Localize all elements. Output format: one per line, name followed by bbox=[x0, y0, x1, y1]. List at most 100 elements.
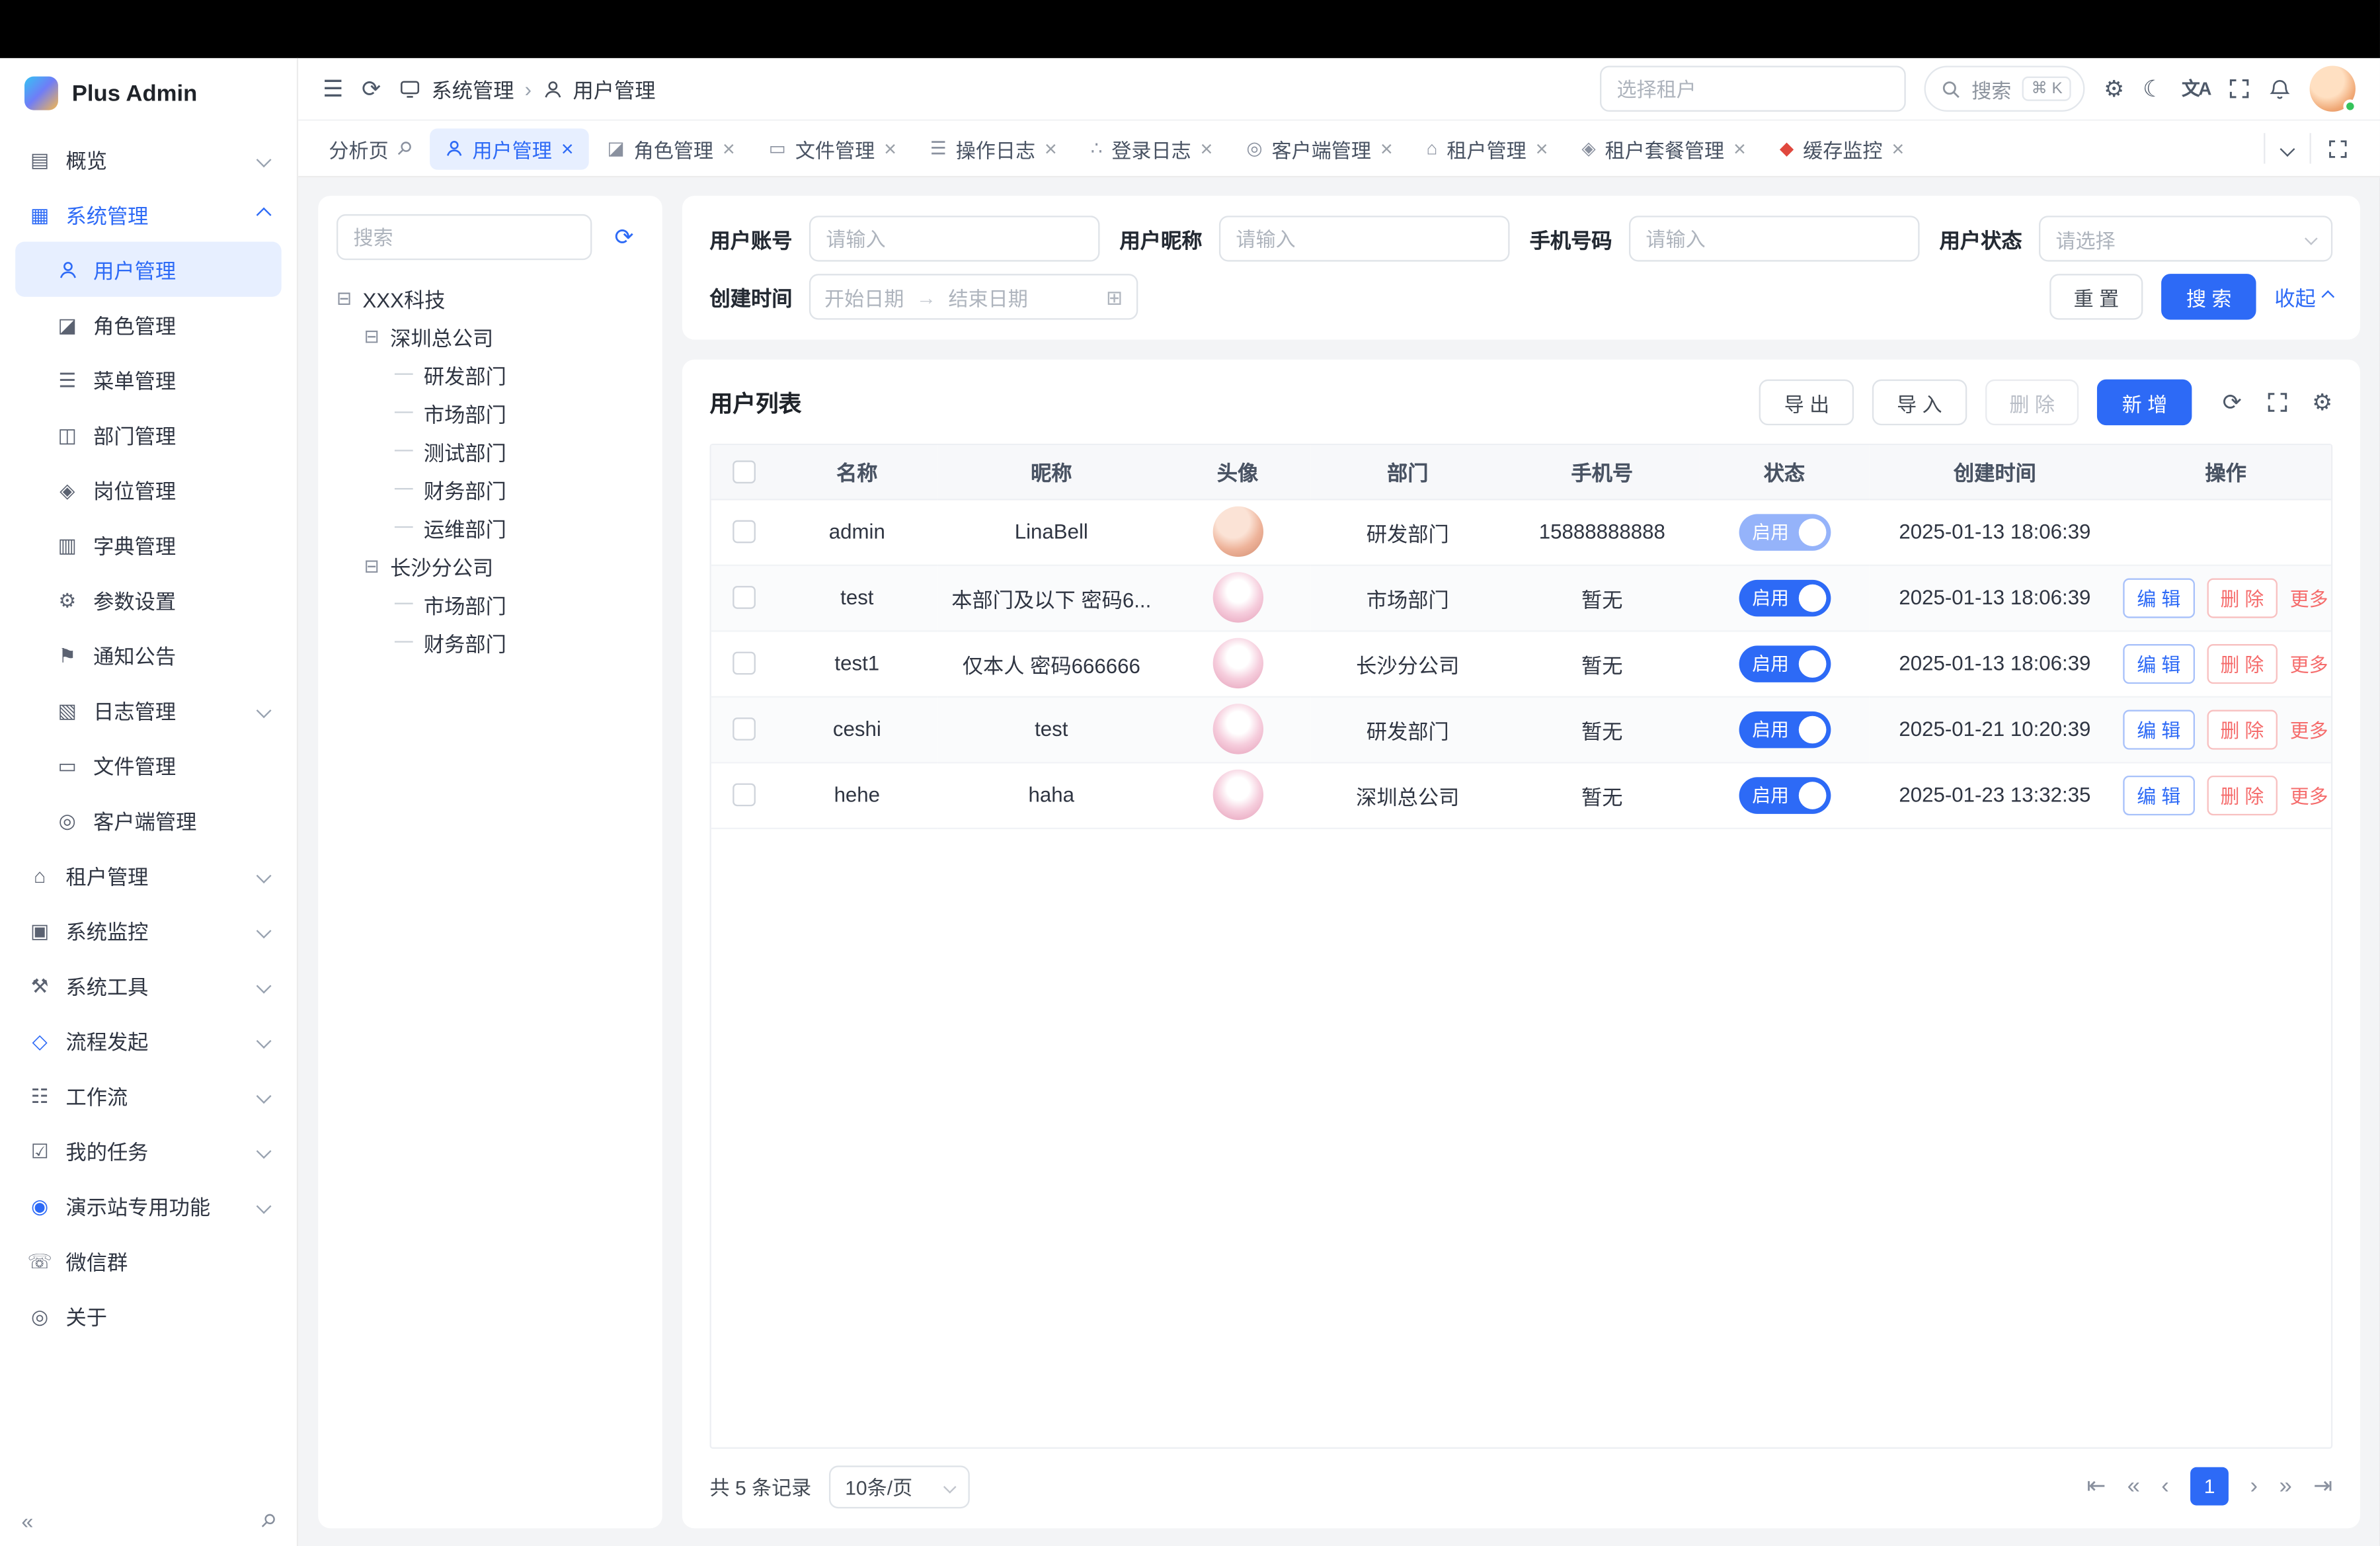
search-button[interactable]: 搜 索 bbox=[2162, 274, 2256, 319]
edit-button[interactable]: 编 辑 bbox=[2123, 577, 2195, 617]
column-header[interactable]: 手机号 bbox=[1505, 445, 1699, 499]
table-row[interactable]: admin LinaBell 研发部门 15888888888 启用 2025-… bbox=[711, 499, 2331, 564]
sidebar-item-tenant-management[interactable]: ⌂ 租户管理 bbox=[15, 848, 282, 903]
tab-file-management[interactable]: ▭ 文件管理 × bbox=[754, 128, 912, 169]
fast-next-button[interactable]: » bbox=[2279, 1475, 2291, 1498]
tree-search-input[interactable] bbox=[337, 214, 592, 260]
table-row[interactable]: test 本部门及以下 密码6... 市场部门 暂无 启用 2025-01-13… bbox=[711, 565, 2331, 630]
table-row[interactable]: ceshi test 研发部门 暂无 启用 2025-01-21 10:20:3… bbox=[711, 696, 2331, 762]
status-toggle[interactable]: 启用 bbox=[1738, 776, 1830, 813]
tree-collapse-icon[interactable]: ⊟ bbox=[337, 288, 352, 307]
tree-node-root[interactable]: ⊟ XXX科技 bbox=[337, 278, 644, 317]
sidebar-item-about[interactable]: ◎ 关于 bbox=[15, 1288, 282, 1343]
status-toggle[interactable]: 启用 bbox=[1738, 579, 1830, 616]
tab-role-management[interactable]: ◪ 角色管理 × bbox=[592, 128, 750, 169]
edit-button[interactable]: 编 辑 bbox=[2123, 775, 2195, 815]
close-icon[interactable]: × bbox=[561, 138, 574, 159]
close-icon[interactable]: × bbox=[1380, 138, 1393, 159]
sidebar-item-system-management[interactable]: ▦ 系统管理 bbox=[15, 186, 282, 241]
status-toggle[interactable]: 启用 bbox=[1738, 711, 1830, 748]
tree-node-leaf[interactable]: 市场部门 bbox=[337, 393, 644, 432]
sidebar-item-system-monitor[interactable]: ▣ 系统监控 bbox=[15, 903, 282, 957]
import-button[interactable]: 导 入 bbox=[1872, 380, 1967, 425]
delete-row-button[interactable]: 删 除 bbox=[2207, 643, 2278, 683]
fullscreen-icon[interactable] bbox=[2229, 78, 2250, 99]
close-icon[interactable]: × bbox=[884, 138, 896, 159]
bell-icon[interactable] bbox=[2268, 77, 2291, 101]
status-select[interactable]: 请选择 bbox=[2039, 216, 2332, 261]
sidebar-item-workflow[interactable]: ☷ 工作流 bbox=[15, 1068, 282, 1123]
column-header[interactable]: 头像 bbox=[1165, 445, 1310, 499]
reset-button[interactable]: 重 置 bbox=[2049, 274, 2144, 319]
row-checkbox[interactable] bbox=[732, 521, 755, 544]
edit-button[interactable]: 编 辑 bbox=[2123, 643, 2195, 683]
more-link[interactable]: 更多 bbox=[2290, 583, 2328, 612]
table-fullscreen-icon[interactable] bbox=[2266, 391, 2287, 413]
more-link[interactable]: 更多 bbox=[2290, 649, 2328, 678]
row-checkbox[interactable] bbox=[732, 653, 755, 676]
more-link[interactable]: 更多 bbox=[2290, 780, 2328, 809]
sidebar-item-my-tasks[interactable]: ☑ 我的任务 bbox=[15, 1123, 282, 1178]
tab-login-log[interactable]: ∴ 登录日志 × bbox=[1076, 128, 1228, 169]
tab-cache-monitor[interactable]: ◆ 缓存监控 × bbox=[1765, 128, 1920, 169]
row-checkbox[interactable] bbox=[732, 718, 755, 741]
add-button[interactable]: 新 增 bbox=[2098, 380, 2192, 425]
tree-refresh-icon[interactable]: ⟳ bbox=[604, 218, 644, 257]
first-page-button[interactable]: ⇤ bbox=[2086, 1475, 2106, 1498]
close-icon[interactable]: × bbox=[1733, 138, 1746, 159]
tab-analysis[interactable]: 分析页 ⚲ bbox=[313, 128, 426, 169]
table-refresh-icon[interactable]: ⟳ bbox=[2223, 391, 2242, 414]
tree-node-branch[interactable]: ⊟ 长沙分公司 bbox=[337, 546, 644, 585]
translate-icon[interactable]: 文A bbox=[2182, 79, 2210, 98]
tree-node-leaf[interactable]: 财务部门 bbox=[337, 469, 644, 508]
sidebar-collapse-button[interactable]: « bbox=[21, 1508, 33, 1532]
sidebar-item-system-tools[interactable]: ⚒ 系统工具 bbox=[15, 957, 282, 1012]
tree-node-leaf[interactable]: 运维部门 bbox=[337, 508, 644, 546]
delete-row-button[interactable]: 删 除 bbox=[2207, 709, 2278, 749]
sidebar-item-log-management[interactable]: ▧ 日志管理 bbox=[15, 682, 282, 737]
edit-button[interactable]: 编 辑 bbox=[2123, 709, 2195, 749]
tree-node-leaf[interactable]: 测试部门 bbox=[337, 431, 644, 469]
delete-row-button[interactable]: 删 除 bbox=[2207, 775, 2278, 815]
hamburger-menu-icon[interactable]: ☰ bbox=[323, 77, 343, 101]
column-header[interactable]: 操作 bbox=[2120, 445, 2331, 499]
row-checkbox[interactable] bbox=[732, 587, 755, 610]
content-fullscreen-button[interactable] bbox=[2310, 133, 2365, 163]
dark-mode-moon-icon[interactable]: ☾ bbox=[2143, 77, 2163, 101]
pin-icon[interactable]: ⚲ bbox=[393, 137, 416, 159]
date-range-picker[interactable]: 开始日期 → 结束日期 ⊞ bbox=[809, 274, 1138, 319]
column-header[interactable]: 部门 bbox=[1310, 445, 1505, 499]
sidebar-item-dictionary-management[interactable]: ▥ 字典管理 bbox=[15, 517, 282, 572]
sidebar-item-overview[interactable]: ▤ 概览 bbox=[15, 132, 282, 186]
sidebar-item-menu-management[interactable]: ☰ 菜单管理 bbox=[15, 352, 282, 407]
tab-tenant-management[interactable]: ⌂ 租户管理 × bbox=[1411, 128, 1564, 169]
close-icon[interactable]: × bbox=[1891, 138, 1904, 159]
sidebar-item-wechat-group[interactable]: ☏ 微信群 bbox=[15, 1233, 282, 1288]
sidebar-item-position-management[interactable]: ◈ 岗位管理 bbox=[15, 462, 282, 517]
close-icon[interactable]: × bbox=[723, 138, 735, 159]
sidebar-item-user-management[interactable]: 用户管理 bbox=[15, 242, 282, 297]
tenant-select-input[interactable] bbox=[1600, 65, 1906, 111]
tab-client-management[interactable]: ◎ 客户端管理 × bbox=[1231, 128, 1408, 169]
tree-collapse-icon[interactable]: ⊟ bbox=[364, 327, 379, 345]
column-header[interactable]: 昵称 bbox=[938, 445, 1165, 499]
gear-icon[interactable]: ⚙ bbox=[2104, 77, 2124, 101]
column-header[interactable]: 名称 bbox=[776, 445, 938, 499]
breadcrumb-level1[interactable]: 系统管理 bbox=[432, 73, 514, 104]
page-size-select[interactable]: 10条/页 bbox=[830, 1465, 971, 1508]
tree-node-leaf[interactable]: 研发部门 bbox=[337, 355, 644, 393]
close-icon[interactable]: × bbox=[1201, 138, 1213, 159]
global-search-button[interactable]: 搜索 ⌘ K bbox=[1924, 65, 2085, 111]
row-checkbox[interactable] bbox=[732, 784, 755, 807]
export-button[interactable]: 导 出 bbox=[1760, 380, 1854, 425]
delete-button[interactable]: 删 除 bbox=[1985, 380, 2079, 425]
more-link[interactable]: 更多 bbox=[2290, 714, 2328, 743]
tree-node-branch[interactable]: ⊟ 深圳总公司 bbox=[337, 317, 644, 355]
sidebar-item-client-management[interactable]: ◎ 客户端管理 bbox=[15, 792, 282, 847]
tab-user-management[interactable]: 用户管理 × bbox=[430, 128, 589, 169]
table-settings-gear-icon[interactable]: ⚙ bbox=[2312, 391, 2332, 414]
sidebar-item-demo-features[interactable]: ◉ 演示站专用功能 bbox=[15, 1178, 282, 1233]
sidebar-pin-icon[interactable]: ⚲ bbox=[257, 1508, 281, 1532]
next-page-button[interactable]: › bbox=[2250, 1475, 2258, 1498]
refresh-icon[interactable]: ⟳ bbox=[362, 77, 381, 101]
